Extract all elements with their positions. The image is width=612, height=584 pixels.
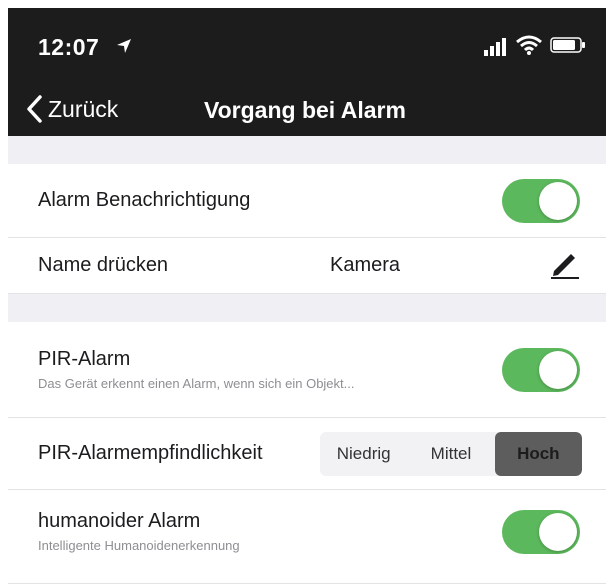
camera-name-value: Kamera [330, 254, 401, 276]
phone-screen: 12:07 Zurück Vorgang bei Alarm Alarm Ben… [8, 0, 606, 584]
chevron-left-icon [27, 95, 42, 123]
sensitivity-segmented-control: Niedrig Mittel Hoch [320, 432, 582, 476]
signal-icon [484, 38, 506, 56]
page-title: Vorgang bei Alarm [204, 97, 406, 123]
status-time: 12:07 [38, 34, 100, 60]
pir-alarm-label: PIR-Alarm [38, 348, 131, 370]
pir-sensitivity-label: PIR-Alarmempfindlichkeit [38, 442, 263, 464]
humanoid-alarm-label: humanoider Alarm [38, 510, 201, 532]
sensitivity-option-medium[interactable]: Mittel [407, 432, 494, 476]
section-gap [8, 294, 606, 322]
toggle-knob [539, 513, 577, 551]
humanoid-alarm-toggle[interactable] [502, 510, 580, 554]
back-button[interactable]: Zurück [26, 91, 118, 127]
toggle-knob [539, 351, 577, 389]
sensitivity-option-low[interactable]: Niedrig [320, 432, 407, 476]
pir-sensitivity-row: PIR-Alarmempfindlichkeit Niedrig Mittel … [8, 418, 606, 490]
alarm-notification-toggle[interactable] [502, 179, 580, 223]
sensitivity-option-high[interactable]: Hoch [494, 432, 582, 476]
pir-alarm-description: Das Gerät erkennt einen Alarm, wenn sich… [38, 376, 355, 391]
toggle-knob [539, 182, 577, 220]
pir-alarm-row: PIR-Alarm Das Gerät erkennt einen Alarm,… [8, 322, 606, 418]
humanoid-alarm-row: humanoider Alarm Intelligente Humanoiden… [8, 490, 606, 584]
top-bar: 12:07 Zurück Vorgang bei Alarm [8, 8, 606, 136]
battery-icon [550, 37, 585, 53]
pencil-icon[interactable] [548, 250, 582, 280]
section-gap [8, 136, 606, 164]
wifi-icon [516, 35, 542, 55]
pir-alarm-toggle[interactable] [502, 348, 580, 392]
name-press-row: Name drücken Kamera [8, 238, 606, 294]
alarm-notification-row: Alarm Benachrichtigung [8, 164, 606, 238]
back-label: Zurück [48, 95, 119, 122]
location-arrow-icon [117, 39, 131, 53]
alarm-notification-label: Alarm Benachrichtigung [38, 189, 251, 211]
humanoid-alarm-description: Intelligente Humanoidenerkennung [38, 538, 240, 553]
name-press-label: Name drücken [38, 254, 169, 276]
